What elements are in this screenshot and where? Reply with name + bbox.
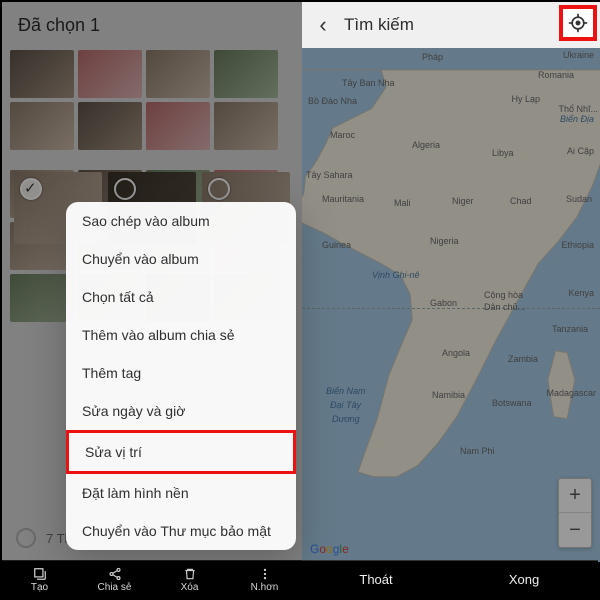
map-label: Madagascar bbox=[546, 388, 596, 398]
zoom-out-button[interactable]: − bbox=[559, 513, 591, 547]
map-label: Mali bbox=[394, 198, 411, 208]
map-label: Tanzania bbox=[552, 324, 588, 334]
search-label[interactable]: Tìm kiếm bbox=[344, 15, 414, 35]
map-label: Thổ Nhĩ... bbox=[558, 104, 598, 114]
map-label: Tây Ban Nha bbox=[342, 78, 395, 88]
map-label: Sudan bbox=[566, 194, 592, 204]
thumbnail[interactable] bbox=[146, 50, 210, 98]
thumbnail[interactable] bbox=[10, 50, 74, 98]
map-label: Nam Phi bbox=[460, 446, 495, 456]
map-label: Biển Nam bbox=[326, 386, 366, 396]
menu-move-secure-folder[interactable]: Chuyển vào Thư mục bảo mật bbox=[66, 512, 296, 550]
map-label: Dân chủ... bbox=[484, 302, 525, 312]
delete-label: Xóa bbox=[181, 582, 199, 593]
share-button[interactable]: Chia sẻ bbox=[77, 567, 152, 593]
map-label: Romania bbox=[538, 70, 574, 80]
create-label: Tạo bbox=[31, 582, 48, 593]
menu-move-to-album[interactable]: Chuyển vào album bbox=[66, 240, 296, 278]
trash-icon bbox=[183, 567, 197, 581]
select-circle[interactable] bbox=[208, 178, 230, 200]
map-label: Zambia bbox=[508, 354, 538, 364]
map-label: Hy Lạp bbox=[511, 94, 540, 104]
selection-count-title: Đã chọn 1 bbox=[2, 2, 302, 48]
thumbnail[interactable] bbox=[78, 50, 142, 98]
map-label: Guinea bbox=[322, 240, 351, 250]
cancel-button[interactable]: Thoát bbox=[302, 572, 450, 587]
share-icon bbox=[108, 567, 122, 581]
my-location-button[interactable] bbox=[559, 5, 597, 41]
map-label: Maroc bbox=[330, 130, 355, 140]
menu-set-wallpaper[interactable]: Đặt làm hình nền bbox=[66, 474, 296, 512]
back-button[interactable]: ‹ bbox=[310, 12, 336, 38]
map-label: Angola bbox=[442, 348, 470, 358]
map-label: Dương bbox=[332, 414, 360, 424]
map-label: Bồ Đào Nha bbox=[308, 96, 357, 106]
menu-edit-datetime[interactable]: Sửa ngày và giờ bbox=[66, 392, 296, 430]
thumbnail[interactable] bbox=[214, 50, 278, 98]
map-label: Mauritania bbox=[322, 194, 364, 204]
map-label: Đại Tây bbox=[330, 400, 361, 410]
map-label: Tây Sahara bbox=[306, 170, 353, 180]
thumbnail[interactable] bbox=[146, 102, 210, 150]
map-label: Kenya bbox=[568, 288, 594, 298]
menu-edit-location[interactable]: Sửa vị trí bbox=[66, 430, 296, 474]
more-button[interactable]: N.hơn bbox=[227, 567, 302, 593]
map-label: Biển Địa bbox=[560, 114, 594, 124]
more-label: N.hơn bbox=[251, 582, 279, 593]
thumbnail[interactable] bbox=[78, 102, 142, 150]
map-label: Ai Cập bbox=[567, 146, 594, 156]
zoom-control: + − bbox=[558, 478, 592, 548]
create-icon bbox=[33, 567, 47, 581]
menu-add-tag[interactable]: Thêm tag bbox=[66, 354, 296, 392]
menu-copy-to-album[interactable]: Sao chép vào album bbox=[66, 202, 296, 240]
share-label: Chia sẻ bbox=[98, 582, 132, 593]
checkmark-icon[interactable] bbox=[20, 178, 42, 200]
map-label: Chad bbox=[510, 196, 532, 206]
gallery-pane: Đã chọn 1 bbox=[2, 2, 302, 562]
done-button[interactable]: Xong bbox=[450, 572, 598, 587]
thumbnail[interactable] bbox=[10, 274, 74, 322]
delete-button[interactable]: Xóa bbox=[152, 567, 227, 593]
thumbnail[interactable] bbox=[10, 102, 74, 150]
map-label: Algeria bbox=[412, 140, 440, 150]
select-circle[interactable] bbox=[114, 178, 136, 200]
map-label: Ukraine bbox=[563, 50, 594, 60]
equator-line bbox=[302, 308, 600, 309]
map-label: Pháp bbox=[422, 52, 443, 62]
select-all-circle[interactable] bbox=[16, 528, 36, 548]
map-label: Ethiopia bbox=[561, 240, 594, 250]
menu-add-shared-album[interactable]: Thêm vào album chia sẻ bbox=[66, 316, 296, 354]
map-label: Niger bbox=[452, 196, 474, 206]
more-icon bbox=[258, 567, 272, 581]
map-canvas[interactable]: Pháp Ukraine Romania Tây Ban Nha Bồ Đào … bbox=[302, 48, 600, 562]
context-menu: Sao chép vào album Chuyển vào album Chọn… bbox=[66, 202, 296, 550]
crosshair-icon bbox=[568, 13, 588, 33]
menu-select-all[interactable]: Chọn tất cả bbox=[66, 278, 296, 316]
map-label: Gabon bbox=[430, 298, 457, 308]
map-label: Cộng hòa bbox=[484, 290, 523, 300]
map-label: Nigeria bbox=[430, 236, 459, 246]
bottom-toolbar: Tạo Chia sẻ Xóa N.hơn Thoát Xong bbox=[2, 560, 598, 598]
create-button[interactable]: Tạo bbox=[2, 567, 77, 593]
thumbnail[interactable] bbox=[214, 102, 278, 150]
map-label: Botswana bbox=[492, 398, 532, 408]
map-header: ‹ Tìm kiếm bbox=[302, 2, 600, 48]
zoom-in-button[interactable]: + bbox=[559, 479, 591, 513]
map-pane: ‹ Tìm kiếm Pháp Ukraine Rom bbox=[302, 2, 600, 562]
map-label: Libya bbox=[492, 148, 514, 158]
google-logo: Google bbox=[310, 542, 349, 556]
map-label: Namibia bbox=[432, 390, 465, 400]
map-label: Vịnh Ghi-nê bbox=[372, 270, 420, 280]
